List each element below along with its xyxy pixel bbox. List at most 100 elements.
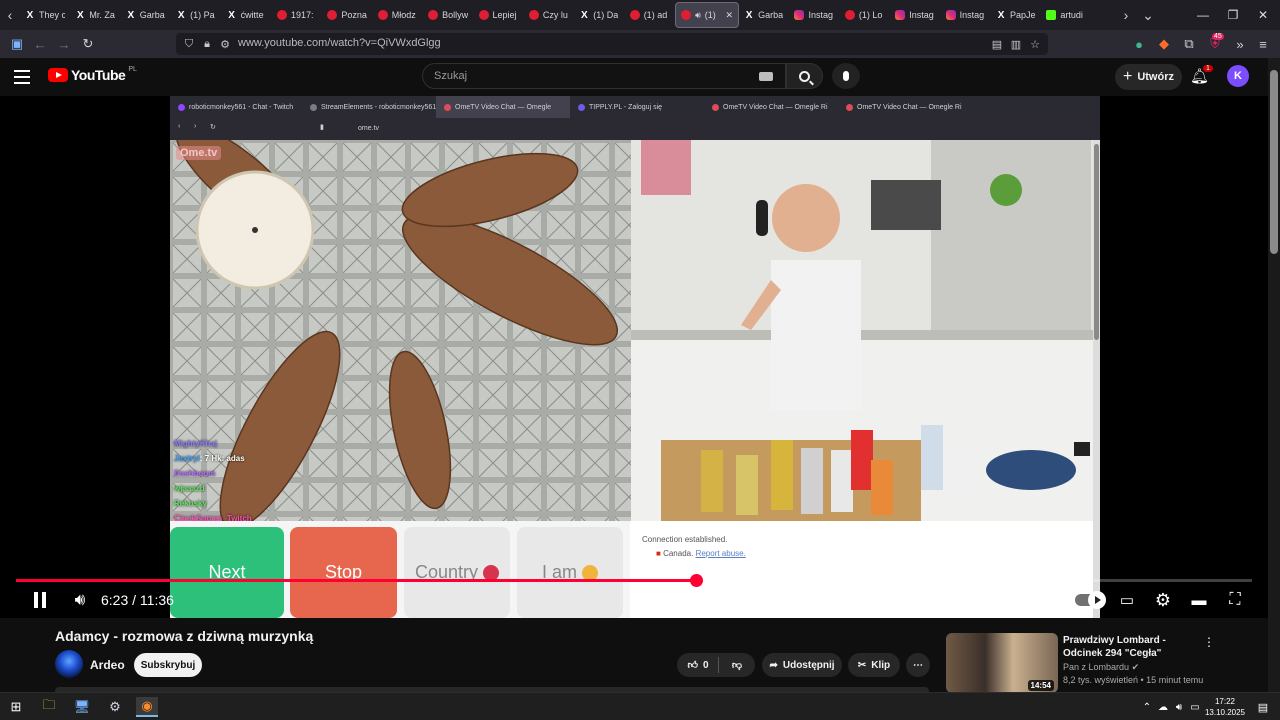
browser-tab[interactable]: 🔊︎ (1) ✕ bbox=[675, 2, 740, 28]
browser-tab[interactable]: Młodz bbox=[373, 2, 423, 28]
autoplay-toggle[interactable] bbox=[1074, 588, 1106, 612]
browser-tab[interactable]: X Mr. Za bbox=[70, 2, 120, 28]
video-inner-tab: OmeTV Video Chat — Omegle Ri bbox=[838, 96, 972, 118]
app-menu-icon[interactable]: ≡ bbox=[1252, 30, 1274, 58]
browser-tab[interactable]: X (1) Pa bbox=[171, 2, 221, 28]
tab-scroll-left-icon[interactable]: ‹ bbox=[0, 0, 20, 30]
speaker-icon[interactable]: 🔊︎ bbox=[695, 10, 701, 21]
volume-icon[interactable]: 🔊︎ bbox=[69, 588, 91, 612]
fullscreen-icon[interactable]: ⛶ bbox=[1224, 588, 1246, 612]
voice-search-button[interactable] bbox=[832, 63, 860, 89]
like-button[interactable]: 👍︎ 0 bbox=[677, 653, 719, 677]
browser-tab[interactable]: Bollyw bbox=[423, 2, 473, 28]
progress-bar[interactable] bbox=[16, 579, 1252, 582]
dislike-button[interactable]: 👎︎ bbox=[719, 653, 755, 677]
steam-icon[interactable]: ⚙ bbox=[104, 697, 126, 717]
video-inner-tab-favicon-icon bbox=[846, 103, 853, 111]
back-icon[interactable]: ← bbox=[29, 30, 51, 58]
create-button[interactable]: + Utwórz bbox=[1115, 64, 1182, 90]
recommendation-thumbnail[interactable]: 14:54 bbox=[946, 633, 1058, 693]
browser-tab[interactable]: Czy lu bbox=[524, 2, 574, 28]
url-bar[interactable]: ⛉ 🔒︎ ⚙ www.youtube.com/watch?v=QiVWxdGlg… bbox=[176, 33, 1048, 55]
start-windows-icon[interactable]: ⊞ bbox=[5, 697, 27, 717]
thumbs-up-icon: 👍︎ bbox=[687, 660, 698, 671]
browser-tab-title: Bollyw bbox=[442, 10, 469, 20]
account-avatar[interactable]: K bbox=[1227, 65, 1249, 87]
browser-tab[interactable]: Xćwitte bbox=[222, 2, 272, 28]
extension-badge: 45 bbox=[1212, 33, 1224, 40]
reload-icon[interactable]: ↻ bbox=[77, 30, 99, 58]
share-button[interactable]: ➦ Udostępnij bbox=[762, 653, 842, 677]
firefox-icon[interactable]: ◉ bbox=[136, 697, 158, 717]
pause-button[interactable] bbox=[30, 588, 50, 612]
tab-scroll-right-icon[interactable]: › bbox=[1116, 0, 1136, 30]
clip-label: Klip bbox=[871, 659, 891, 671]
clip-button[interactable]: ✂ Klip bbox=[848, 653, 900, 677]
reader-view-icon[interactable]: ▥ bbox=[1009, 36, 1023, 52]
browser-tab[interactable]: artudi bbox=[1041, 2, 1091, 28]
file-explorer-icon[interactable]: 🗀 bbox=[38, 697, 60, 717]
browser-tab[interactable]: Instag bbox=[941, 2, 991, 28]
search-button[interactable] bbox=[786, 63, 823, 89]
browser-tab[interactable]: Pozna bbox=[322, 2, 372, 28]
more-tools-icon[interactable]: » bbox=[1229, 30, 1251, 58]
browser-tab[interactable]: Instag bbox=[890, 2, 940, 28]
browser-tab[interactable]: (1) Lo bbox=[840, 2, 890, 28]
x-favicon-icon: X bbox=[127, 9, 135, 21]
close-window-icon[interactable]: ✕ bbox=[1248, 0, 1278, 30]
remote-desktop-icon[interactable]: 🖥︎ bbox=[71, 697, 93, 717]
recommendation-more-icon[interactable]: ⋮ bbox=[1203, 634, 1215, 650]
recommendation-title[interactable]: Prawdziwy Lombard - Odcinek 294 "Cegła" bbox=[1063, 634, 1193, 660]
close-tab-icon[interactable]: ✕ bbox=[726, 10, 734, 21]
list-all-tabs-icon[interactable]: ⌄ bbox=[1138, 0, 1158, 30]
minimize-icon[interactable]: — bbox=[1188, 0, 1218, 30]
page-scrollbar[interactable] bbox=[1268, 58, 1280, 692]
scrubber-handle[interactable] bbox=[690, 574, 703, 587]
picture-icon[interactable]: ▤ bbox=[990, 36, 1004, 52]
browser-tab-title: Instag bbox=[909, 10, 934, 20]
share-label: Udostępnij bbox=[782, 659, 835, 671]
fox-extension-icon[interactable]: ◆ bbox=[1153, 30, 1175, 58]
settings-gear-icon[interactable]: ⚙ bbox=[1152, 588, 1174, 612]
forward-icon[interactable]: → bbox=[53, 30, 75, 58]
search-input[interactable]: Szukaj bbox=[422, 63, 786, 89]
restore-icon[interactable]: ❐ bbox=[1218, 0, 1248, 30]
more-actions-button[interactable]: ⋯ bbox=[906, 653, 930, 677]
browser-tab[interactable]: 1917: bbox=[272, 2, 322, 28]
lock-icon[interactable]: 🔒︎ bbox=[200, 36, 214, 52]
vpn-extension-icon[interactable]: ● bbox=[1128, 30, 1150, 58]
x-favicon-icon: X bbox=[745, 9, 753, 21]
browser-tab[interactable]: X (1) Da bbox=[574, 2, 624, 28]
clock[interactable]: 17:22 13.10.2025 bbox=[1200, 696, 1250, 718]
browser-tab-title: (1) Pa bbox=[190, 10, 215, 20]
video-player[interactable]: roboticmonkey561 - Chat - Twitch StreamEl… bbox=[0, 96, 1268, 618]
browser-tab[interactable]: (1) ad bbox=[625, 2, 675, 28]
recommendation-channel[interactable]: Pan z Lombardu ✔ bbox=[1063, 662, 1139, 673]
sidebar-toggle-icon[interactable]: ▣ bbox=[6, 30, 28, 58]
keyboard-icon[interactable] bbox=[759, 72, 773, 81]
theater-mode-icon[interactable]: ▬ bbox=[1188, 588, 1210, 612]
extensions-icon[interactable]: ⧉ bbox=[1178, 30, 1200, 58]
url-text[interactable]: www.youtube.com/watch?v=QiVWxdGlgg bbox=[238, 37, 441, 49]
bookmark-star-icon[interactable]: ☆ bbox=[1028, 36, 1042, 52]
guide-menu-icon[interactable] bbox=[14, 67, 34, 87]
browser-tab[interactable]: X They c bbox=[20, 2, 70, 28]
shield-icon[interactable]: ⛉ bbox=[182, 36, 196, 52]
notifications-icon[interactable]: ▤ bbox=[1252, 697, 1274, 717]
subscribe-button[interactable]: Subskrybuj bbox=[134, 653, 202, 677]
browser-tab[interactable]: Lepiej bbox=[474, 2, 524, 28]
channel-name[interactable]: Ardeo bbox=[90, 658, 125, 672]
page-scrollbar-thumb[interactable] bbox=[1270, 70, 1278, 254]
browser-tab-title: Pozna bbox=[341, 10, 367, 20]
browser-tab[interactable]: X Garba bbox=[739, 2, 789, 28]
kitchen-scene bbox=[631, 140, 1093, 521]
subtitles-icon[interactable]: ▭ bbox=[1116, 588, 1138, 612]
youtube-logo[interactable]: YouTube PL bbox=[48, 66, 137, 83]
search-icon bbox=[799, 70, 810, 82]
browser-tab[interactable]: X Garba bbox=[121, 2, 171, 28]
browser-tab[interactable]: Instag bbox=[789, 2, 839, 28]
video-forward-icon: › bbox=[194, 123, 197, 130]
channel-avatar[interactable] bbox=[55, 650, 83, 678]
browser-tab[interactable]: X PapJe bbox=[991, 2, 1041, 28]
permissions-icon[interactable]: ⚙ bbox=[218, 36, 232, 52]
